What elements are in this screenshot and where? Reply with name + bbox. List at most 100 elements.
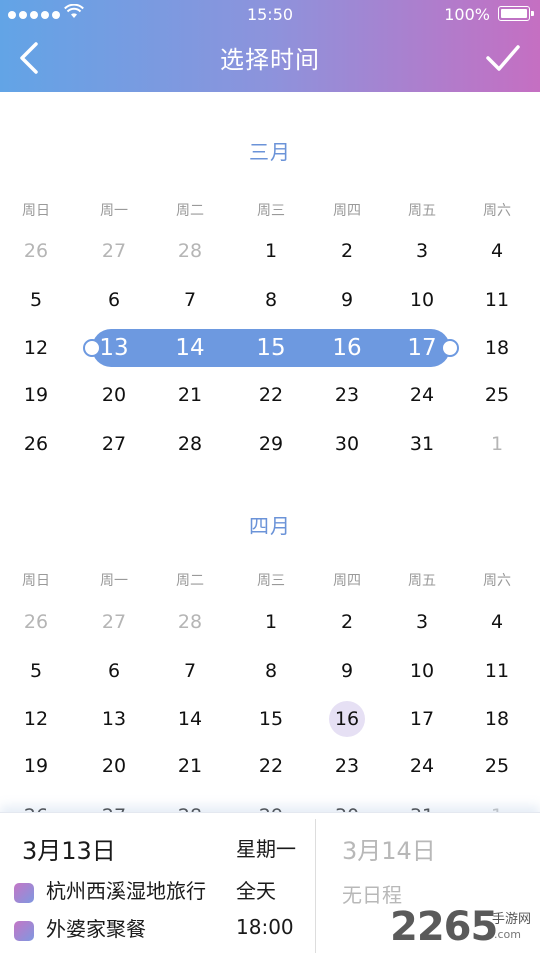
calendar-day[interactable]: 9 [319,651,375,691]
calendar-day[interactable]: 23 [319,746,375,786]
calendar-day[interactable]: 11 [469,651,525,691]
event-name: 外婆家聚餐 [46,917,146,941]
calendar-day[interactable]: 3 [394,602,450,642]
calendar-day[interactable]: 19 [8,375,64,415]
calendar-day[interactable]: 12 [8,328,64,368]
weekday-header: 周三 [257,203,285,219]
calendar-day[interactable]: 15 [243,699,299,739]
calendar-day[interactable]: 22 [243,746,299,786]
calendar-day[interactable]: 4 [469,231,525,271]
calendar-day[interactable]: 18 [469,328,525,368]
weekday-header: 周三 [257,573,285,589]
event-name: 杭州西溪湿地旅行 [46,879,206,903]
event-color-icon [14,883,34,903]
calendar-day-other-month[interactable]: 1 [469,424,525,464]
calendar-day[interactable]: 14 [162,699,218,739]
calendar-day[interactable]: 1 [243,231,299,271]
calendar-day-other-month[interactable]: 28 [162,231,218,271]
weekday-header: 周四 [333,203,361,219]
month-title: 四月 [249,514,291,538]
weekday-header: 周六 [483,203,511,219]
battery-icon [498,6,534,21]
calendar-day[interactable]: 8 [243,651,299,691]
page-title: 选择时间 [220,46,320,74]
calendar-day[interactable]: 13 [86,699,142,739]
calendar-day[interactable]: 4 [469,602,525,642]
calendar-day[interactable]: 18 [469,699,525,739]
event-time: 全天 [236,879,276,903]
weekday-header: 周五 [408,573,436,589]
calendar-day[interactable]: 26 [8,424,64,464]
calendar-day[interactable]: 25 [469,746,525,786]
weekday-header: 周二 [176,573,204,589]
calendar-day[interactable]: 28 [162,424,218,464]
weekday-header: 周一 [100,573,128,589]
next-date[interactable]: 3月14日 [342,831,436,866]
calendar-day[interactable]: 2 [319,231,375,271]
calendar-day[interactable]: 16 [319,699,375,739]
calendar-day[interactable]: 2 [319,602,375,642]
calendar-day[interactable]: 5 [8,280,64,320]
nav-bar: 选择时间 [0,30,540,92]
calendar-day[interactable]: 27 [86,424,142,464]
calendar-day[interactable]: 1 [243,602,299,642]
watermark-number: 2265 [390,904,498,950]
calendar-day[interactable]: 6 [86,651,142,691]
weekday-header: 周二 [176,203,204,219]
calendar-day[interactable]: 24 [394,746,450,786]
calendar-day[interactable]: 3 [394,231,450,271]
calendar-day[interactable]: 5 [8,651,64,691]
calendar-day[interactable]: 25 [469,375,525,415]
weekday-header: 周四 [333,573,361,589]
calendar-day[interactable]: 30 [319,424,375,464]
calendar-day[interactable]: 6 [86,280,142,320]
calendar-day[interactable]: 15 [243,328,299,368]
month-title: 三月 [249,140,291,164]
calendar-day-other-month[interactable]: 27 [86,602,142,642]
weekday-header: 周五 [408,203,436,219]
calendar-day[interactable]: 19 [8,746,64,786]
weekday-header: 周六 [483,573,511,589]
calendar-day[interactable]: 20 [86,746,142,786]
watermark-logo: 2265 手游网 .com [390,904,531,954]
status-bar: 15:50 100% [0,0,540,30]
calendar-day[interactable]: 22 [243,375,299,415]
panel-divider [315,819,316,953]
event-time: 18:00 [236,915,294,939]
calendar-day[interactable]: 11 [469,280,525,320]
calendar-day[interactable]: 20 [86,375,142,415]
calendar-day[interactable]: 24 [394,375,450,415]
calendar-day[interactable]: 9 [319,280,375,320]
weekday-header: 周一 [100,203,128,219]
calendar-day[interactable]: 16 [319,328,375,368]
back-button[interactable] [12,40,48,76]
selected-date: 3月13日 [22,837,116,865]
calendar-day[interactable]: 29 [243,424,299,464]
calendar-day[interactable]: 21 [162,746,218,786]
calendar-day[interactable]: 13 [86,328,142,368]
calendar-day[interactable]: 10 [394,280,450,320]
header: 15:50 100% 选择时间 [0,0,540,92]
calendar-day[interactable]: 7 [162,651,218,691]
weekday-header: 周日 [22,573,50,589]
watermark-domain: .com [494,928,521,941]
calendar-day[interactable]: 31 [394,424,450,464]
calendar-day[interactable]: 17 [394,699,450,739]
calendar-day-other-month[interactable]: 26 [8,602,64,642]
calendar-day-other-month[interactable]: 26 [8,231,64,271]
calendar-day-other-month[interactable]: 28 [162,602,218,642]
calendar-day[interactable]: 17 [394,328,450,368]
watermark-sub: 手游网 [492,912,532,927]
calendar-day[interactable]: 21 [162,375,218,415]
event-color-icon [14,921,34,941]
calendar-day[interactable]: 7 [162,280,218,320]
calendar-day[interactable]: 14 [162,328,218,368]
calendar-day[interactable]: 12 [8,699,64,739]
calendar-day[interactable]: 23 [319,375,375,415]
calendar-day-other-month[interactable]: 27 [86,231,142,271]
calendar-day[interactable]: 10 [394,651,450,691]
calendar-day[interactable]: 8 [243,280,299,320]
battery-percent: 100% [444,5,490,24]
confirm-button[interactable] [484,40,522,76]
weekday-header: 周日 [22,203,50,219]
